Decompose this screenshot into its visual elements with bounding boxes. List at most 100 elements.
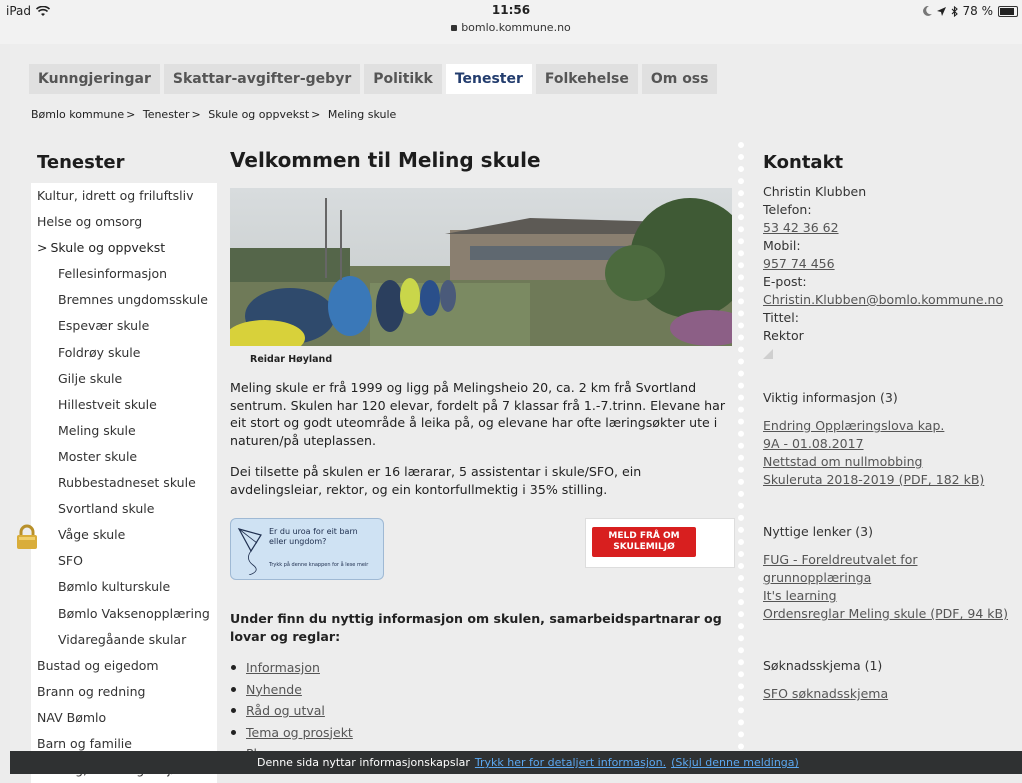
breadcrumb-separator: > [191,108,201,121]
banner-row: Er du uroa for eit barn eller ungdom? Try… [230,518,735,584]
forms-heading: Søknadsskjema (1) [763,658,883,673]
status-right: 78 % [922,4,1018,18]
report-button[interactable]: MELD FRÅ OM SKULEMILJØ [592,527,696,557]
list-item: Nyhende [230,679,735,701]
list-item: Råd og utval [230,700,735,722]
useful-links: FUG - Foreldreutvalet for grunnopplæring… [763,551,1013,623]
expand-corner-icon[interactable] [763,349,773,359]
banner-heading: Er du uroa for eit barn eller ungdom? [269,527,358,547]
link-nyhende[interactable]: Nyhende [246,682,302,697]
breadcrumb-current: Meling skule [327,108,397,121]
sidebar-item-moster[interactable]: Moster skule [31,444,217,470]
link-nullmobbing[interactable]: Nettstad om nullmobbing [763,454,922,469]
sidebar-item-brann[interactable]: Brann og redning [31,679,217,705]
breadcrumb-item[interactable]: Tenester [143,108,190,121]
report-school-environment-banner[interactable]: MELD FRÅ OM SKULEMILJØ [585,518,735,568]
hero-photo [225,188,750,356]
location-icon [936,6,946,16]
role-label: Tittel: [763,310,799,325]
contact-role: Rektor [763,328,804,343]
battery-icon [998,5,1018,17]
cookie-details-link[interactable]: Trykk her for detaljert informasjon. [475,756,666,769]
address-bar[interactable]: bomlo.kommune.no [0,21,1022,34]
sidebar-item-meling[interactable]: Meling skule [31,418,217,444]
banner-line1: Er du uroa for eit barn [269,527,358,536]
battery-fill [1000,7,1015,15]
tab-kunngjeringar[interactable]: Kunngjeringar [29,64,160,94]
breadcrumb: Bømlo kommune > Tenester > Skule og oppvek… [31,108,396,121]
list-item: Tema og prosjekt [230,722,735,744]
tab-folkehelse[interactable]: Folkehelse [535,64,638,94]
sidebar-item-vidaregaande[interactable]: Vidaregåande skular [31,627,217,653]
link-skuleruta[interactable]: Skuleruta 2018-2019 (PDF, 182 kB) [763,472,984,487]
sidebar-item-nav[interactable]: NAV Bømlo [31,705,217,731]
link-tema-og-prosjekt[interactable]: Tema og prosjekt [246,725,353,740]
sidebar-item-vaksenopplaering[interactable]: Bømlo Vaksenopplæring [31,601,217,627]
link-rad-og-utval[interactable]: Råd og utval [246,703,325,718]
sidebar-item-rubbestadneset[interactable]: Rubbestadneset skule [31,470,217,496]
sidebar-item-sfo[interactable]: SFO [31,548,217,574]
banner-line2: eller ungdom? [269,537,327,546]
report-line2: SKULEMILJØ [613,542,675,552]
battery-percent: 78 % [962,4,994,18]
tab-tenester[interactable]: Tenester [445,64,532,94]
tab-skattar[interactable]: Skattar-avgifter-gebyr [163,64,361,94]
chevron-right-icon: > [37,240,48,256]
staff-paragraph: Dei tilsette på skulen er 16 lærarar, 5 … [230,464,642,497]
phone-link[interactable]: 53 42 36 62 [763,220,839,235]
top-nav: Kunngjeringar Skattar-avgifter-gebyr Pol… [29,64,718,94]
sidebar-item-fellesinformasjon[interactable]: Fellesinformasjon [31,261,217,287]
sidebar-item-svortland[interactable]: Svortland skule [31,496,217,522]
link-informasjon[interactable]: Informasjon [246,660,320,675]
intro-paragraph: Meling skule er frå 1999 og ligg på Meli… [230,380,726,448]
padlock-icon [17,524,37,549]
sidebar-item-bremnes[interactable]: Bremnes ungdomsskule [31,287,217,313]
sidebar-item-espevaer[interactable]: Espevær skule [31,313,217,339]
sidebar-item-vage[interactable]: Våge skule [31,522,217,548]
banner-small-text: Trykk på denne knappen for å lese meir [269,562,369,568]
sidebar-title: Tenester [37,152,125,173]
right-column: Kontakt Christin Klubben Telefon: 53 42 … [763,152,1013,703]
sidebar-item-label: Skule og oppvekst [50,240,166,256]
link-fug[interactable]: FUG - Foreldreutvalet for grunnopplæring… [763,552,918,585]
tab-om-oss[interactable]: Om oss [641,64,718,94]
sidebar-item-skule-og-oppvekst[interactable]: > Skule og oppvekst [31,235,217,261]
breadcrumb-item[interactable]: Bømlo kommune [31,108,124,121]
clock: 11:56 [491,3,531,17]
important-info-heading: Viktig informasjon (3) [763,390,898,405]
link-sfo-soknadsskjema[interactable]: SFO søknadsskjema [763,686,888,701]
status-bar: iPad 11:56 bomlo.kommune.no 78 % [0,0,1022,44]
sidebar-item-helse[interactable]: Helse og omsorg [31,209,217,235]
worried-about-child-banner[interactable]: Er du uroa for eit barn eller ungdom? Try… [230,518,384,580]
sidebar-list: Kultur, idrett og friluftsliv Helse og o… [31,183,217,783]
main-content: Velkommen til Meling skule Reidar Høylan… [225,148,750,765]
sidebar-item-bustad[interactable]: Bustad og eigedom [31,653,217,679]
info-link-list: Informasjon Nyhende Råd og utval Tema og… [230,657,735,765]
sidebar-item-gilje[interactable]: Gilje skule [31,366,217,392]
link-its-learning[interactable]: It's learning [763,588,837,603]
contact-title: Kontakt [763,152,844,173]
contact-name: Christin Klubben [763,184,867,199]
email-link[interactable]: Christin.Klubben@bomlo.kommune.no [763,292,1003,307]
link-ordensreglar[interactable]: Ordensreglar Meling skule (PDF, 94 kB) [763,606,1008,621]
image-caption: Reidar Høyland [250,354,333,365]
page: Kunngjeringar Skattar-avgifter-gebyr Pol… [10,44,1022,783]
cookie-dismiss-link[interactable]: (Skjul denne meldinga) [671,756,799,769]
url-text: bomlo.kommune.no [461,21,571,34]
email-label: E-post: [763,274,807,289]
sidebar-item-kulturskule[interactable]: Bømlo kulturskule [31,574,217,600]
mobile-link[interactable]: 957 74 456 [763,256,835,271]
kite-icon [237,528,262,575]
cookie-banner: Denne sida nyttar informasjonskapslar Try… [10,751,1022,774]
sidebar-item-kultur[interactable]: Kultur, idrett og friluftsliv [31,183,217,209]
tab-politikk[interactable]: Politikk [364,64,442,94]
important-info-links: Endring Opplæringslova kap. 9A - 01.08.2… [763,417,1013,489]
link-endring-opplaeringslova[interactable]: Endring Opplæringslova kap. 9A - 01.08.2… [763,418,944,451]
sidebar-item-foldroy[interactable]: Foldrøy skule [31,340,217,366]
useful-links-heading: Nyttige lenker (3) [763,524,874,539]
list-item: Informasjon [230,657,735,679]
breadcrumb-separator: > [311,108,321,121]
breadcrumb-item[interactable]: Skule og oppvekst [208,108,309,121]
sidebar-item-hillestveit[interactable]: Hillestveit skule [31,392,217,418]
cookie-text-wrap: Denne sida nyttar informasjonskapslar Try… [257,751,799,774]
